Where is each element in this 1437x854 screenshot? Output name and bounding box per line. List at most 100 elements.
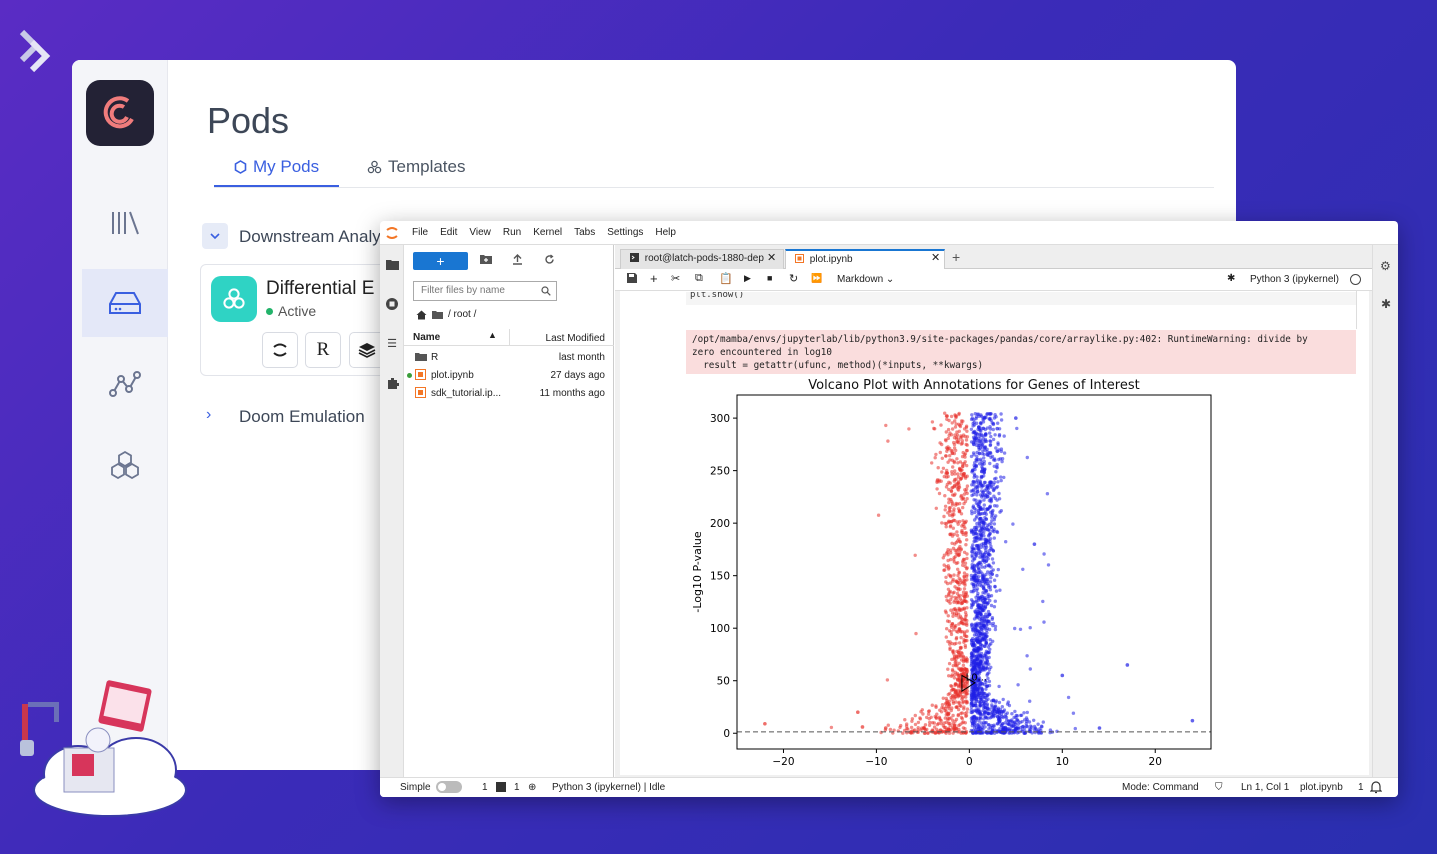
bell-icon[interactable] [1370,781,1382,794]
data-point [906,727,910,731]
group-name[interactable]: Downstream Analy [239,227,381,247]
tab-terminal[interactable]: root@latch-pods-1880-dep [620,249,784,269]
data-point [988,572,992,576]
home-icon[interactable] [416,310,427,320]
debugger-icon[interactable]: ✱ [1381,297,1391,311]
file-row[interactable]: R last month [404,349,614,367]
insert-cell-icon[interactable]: + [650,271,658,286]
column-last-modified[interactable]: Last Modified [546,333,605,344]
sidebar-item-library[interactable] [82,189,168,257]
paste-icon[interactable]: 📋 [719,272,733,285]
tab-templates[interactable]: Templates [367,157,465,177]
fast-forward-icon[interactable]: ⏩ [811,273,822,284]
sidebar-item-workflows[interactable] [82,350,168,418]
data-point [946,639,950,644]
data-point [1028,667,1032,671]
data-point [992,708,996,712]
data-point [969,427,974,431]
sidebar-item-registry[interactable] [82,430,168,498]
data-point [943,702,948,706]
cell-type-select[interactable]: Markdown ⌄ [837,274,894,285]
toc-icon[interactable]: ☰ [384,337,400,353]
data-point [935,487,939,491]
refresh-icon[interactable] [544,254,555,268]
menu-file[interactable]: File [406,227,434,238]
breadcrumb-path[interactable]: / root / [448,309,476,320]
copy-icon[interactable]: ⧉ [695,272,703,285]
trust-shield-icon[interactable]: ⛉ [1215,782,1223,793]
data-point [956,655,960,659]
group-toggle-button[interactable] [202,223,228,249]
data-point [920,726,924,730]
close-icon[interactable]: ✕ [931,251,940,264]
data-point [938,450,942,455]
close-icon[interactable]: ✕ [765,251,777,264]
simple-mode-toggle[interactable] [436,781,462,793]
filter-input[interactable]: Filter files by name [413,281,557,301]
property-inspector-icon[interactable]: ⚙ [1380,259,1391,273]
jupyter-button[interactable] [262,332,298,368]
menu-help[interactable]: Help [649,227,682,238]
data-point [961,472,966,476]
data-point [954,561,959,566]
latch-logo[interactable] [86,80,154,146]
data-point [1028,626,1032,630]
run-icon[interactable]: ▶ [744,273,751,284]
menu-edit[interactable]: Edit [434,227,463,238]
data-point [980,463,984,467]
data-point [984,537,988,541]
add-tab-icon[interactable]: + [952,249,960,265]
data-point [955,591,960,596]
sidebar-item-pods[interactable] [82,269,168,337]
menu-run[interactable]: Run [497,227,527,238]
tab-my-pods[interactable]: My Pods [234,157,319,177]
data-point [981,574,985,578]
data-point [992,605,997,609]
upload-icon[interactable] [512,254,523,268]
data-point [982,625,987,629]
rstudio-button[interactable]: R [305,332,341,368]
extension-icon[interactable] [384,377,400,393]
data-point [960,651,964,656]
kernel-name[interactable]: Python 3 (ipykernel) [1250,274,1339,285]
stop-icon[interactable]: ■ [767,273,772,283]
menu-settings[interactable]: Settings [601,227,649,238]
menu-kernel[interactable]: Kernel [527,227,568,238]
code-cell-tail[interactable]: plt.show() [686,292,1356,305]
data-point [950,514,955,518]
chevron-right-icon[interactable]: › [206,406,211,424]
main-area: root@latch-pods-1880-dep ✕ plot.ipynb ✕ … [615,245,1372,777]
data-point [1003,714,1008,719]
data-point [978,529,983,533]
new-folder-icon[interactable] [480,254,492,267]
data-point [921,712,925,716]
data-point [963,643,967,648]
kernel-count[interactable]: 1 [514,782,520,793]
menu-tabs[interactable]: Tabs [568,227,601,238]
data-point [956,472,960,476]
kernel-status[interactable]: Python 3 (ipykernel) | Idle [552,782,665,793]
running-icon[interactable] [384,297,400,313]
data-point [1002,451,1007,455]
cut-icon[interactable]: ✂ [671,272,680,285]
tab-plot-ipynb[interactable]: plot.ipynb [785,249,945,269]
folder-icon[interactable] [384,259,400,275]
terminal-count[interactable]: 1 [482,782,488,793]
file-row[interactable]: sdk_tutorial.ip... 11 months ago [404,385,614,403]
data-point [972,518,977,522]
column-name[interactable]: Name [413,332,440,343]
data-point [944,709,948,714]
save-icon[interactable] [627,273,637,286]
cursor-position[interactable]: Ln 1, Col 1 [1241,782,1289,793]
restart-icon[interactable]: ↻ [789,272,798,285]
new-launcher-button[interactable]: + [413,252,468,270]
data-point [983,522,987,526]
menu-view[interactable]: View [463,227,497,238]
file-row[interactable]: plot.ipynb 27 days ago [404,367,614,385]
debugger-icon[interactable]: ✱ [1227,273,1235,284]
data-point [965,710,969,714]
data-point [992,529,996,534]
file-name: sdk_tutorial.ip... [431,388,502,399]
group-name[interactable]: Doom Emulation [239,407,365,427]
data-point [950,622,955,626]
